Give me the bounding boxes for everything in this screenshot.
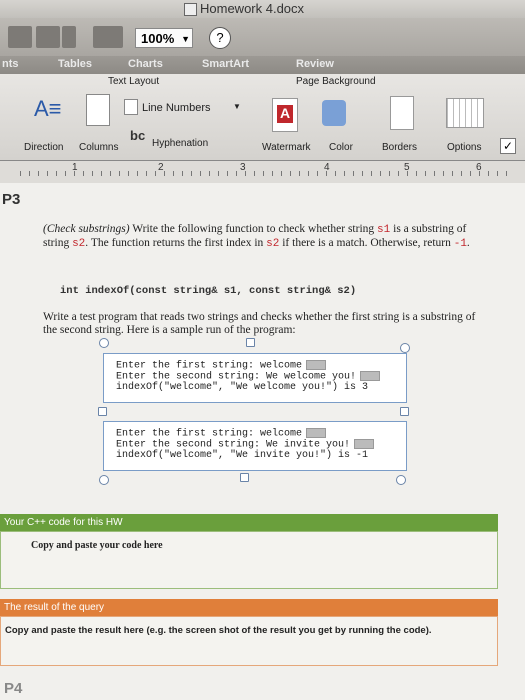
resize-handle[interactable] xyxy=(240,473,249,482)
enter-key-icon xyxy=(354,439,375,449)
run2-line-1: Enter the first string: welcome xyxy=(116,428,327,440)
view-layout-icon[interactable] xyxy=(36,26,60,48)
line-numbers-icon[interactable] xyxy=(124,99,138,115)
chevron-down-icon[interactable]: ▼ xyxy=(233,102,241,111)
sidebar-icon[interactable] xyxy=(8,26,32,48)
horizontal-ruler[interactable]: 1 2 3 4 5 6 xyxy=(0,161,525,184)
document-icon xyxy=(184,3,197,16)
zoom-value: 100% xyxy=(141,31,175,46)
resize-handle[interactable] xyxy=(396,475,406,485)
checkbox-icon[interactable]: ✓ xyxy=(500,138,516,154)
ruler-mark: 4 xyxy=(324,162,330,173)
window-titlebar: Homework 4.docx xyxy=(0,0,525,18)
gallery-icon[interactable] xyxy=(93,26,123,48)
result-section-header: The result of the query xyxy=(0,599,498,616)
tab-charts[interactable]: Charts xyxy=(128,58,163,70)
ruler-mark: 3 xyxy=(240,162,246,173)
resize-handle[interactable] xyxy=(400,343,410,353)
ruler-ticks xyxy=(20,171,510,176)
line-numbers-button[interactable]: Line Numbers xyxy=(142,102,210,114)
enter-key-icon xyxy=(360,371,381,381)
columns-label[interactable]: Columns xyxy=(79,142,118,153)
layout-ribbon: Text Layout Page Background A≡ Line Numb… xyxy=(0,74,525,161)
page-background-group-title: Page Background xyxy=(296,76,376,87)
text-direction-icon[interactable]: A≡ xyxy=(34,96,66,124)
direction-label[interactable]: Direction xyxy=(24,142,63,153)
run2-line-3: indexOf("welcome", "We invite you!") is … xyxy=(116,450,369,461)
watermark-icon[interactable]: A xyxy=(272,98,298,132)
watermark-label[interactable]: Watermark xyxy=(262,142,311,153)
grid-options-icon[interactable] xyxy=(446,98,484,128)
window-title: Homework 4.docx xyxy=(200,1,305,16)
code-section-body[interactable]: Copy and paste your code here xyxy=(0,531,498,589)
result-placeholder: Copy and paste the result here (e.g. the… xyxy=(5,625,432,636)
tab-smartart[interactable]: SmartArt xyxy=(202,58,249,70)
text-layout-group-title: Text Layout xyxy=(108,76,160,87)
ruler-mark: 5 xyxy=(404,162,410,173)
ribbon-tabs: nts Tables Charts SmartArt Review xyxy=(0,56,525,74)
view-dropdown-icon[interactable] xyxy=(62,26,76,48)
options-label[interactable]: Options xyxy=(447,142,481,153)
ruler-mark: 1 xyxy=(72,162,78,173)
resize-handle[interactable] xyxy=(99,338,109,348)
sample-run-1[interactable]: Enter the first string: welcome Enter th… xyxy=(103,353,407,403)
resize-handle[interactable] xyxy=(246,338,255,347)
function-signature: int indexOf(const string& s1, const stri… xyxy=(60,285,357,297)
borders-label[interactable]: Borders xyxy=(382,142,417,153)
hyphenation-icon[interactable]: bc xyxy=(130,128,145,143)
problem-statement: (Check substrings) Write the following f… xyxy=(43,223,470,250)
run1-line-1: Enter the first string: welcome xyxy=(116,360,327,372)
test-instructions: Write a test program that reads two stri… xyxy=(43,311,476,336)
tab-tables[interactable]: Tables xyxy=(58,58,92,70)
resize-handle[interactable] xyxy=(99,475,109,485)
page-borders-icon[interactable] xyxy=(390,96,414,130)
result-section-body[interactable]: Copy and paste the result here (e.g. the… xyxy=(0,616,498,666)
ruler-mark: 2 xyxy=(158,162,164,173)
code-section-header: Your C++ code for this HW xyxy=(0,514,498,531)
ruler-mark: 6 xyxy=(476,162,482,173)
section-label: P4 xyxy=(4,680,23,697)
run1-line-3: indexOf("welcome", "We welcome you!") is… xyxy=(116,382,369,393)
enter-key-icon xyxy=(306,360,327,370)
section-label: P3 xyxy=(2,191,21,208)
code-placeholder: Copy and paste your code here xyxy=(31,540,163,551)
run1-line-2: Enter the second string: We welcome you! xyxy=(116,371,381,383)
chevron-down-icon: ▼ xyxy=(181,34,190,44)
page-color-icon[interactable] xyxy=(322,100,346,126)
sample-run-2[interactable]: Enter the first string: welcome Enter th… xyxy=(103,421,407,471)
enter-key-icon xyxy=(306,428,327,438)
zoom-select[interactable]: 100% ▼ xyxy=(135,28,193,48)
resize-handle[interactable] xyxy=(98,407,107,416)
tab-review[interactable]: Review xyxy=(296,58,334,70)
hyphenation-label[interactable]: Hyphenation xyxy=(152,138,208,149)
document-page[interactable]: P3 (Check substrings) Write the followin… xyxy=(0,183,525,700)
standard-toolbar xyxy=(0,18,525,56)
columns-icon[interactable] xyxy=(86,94,110,126)
color-label[interactable]: Color xyxy=(329,142,353,153)
resize-handle[interactable] xyxy=(400,407,409,416)
tab-elements[interactable]: nts xyxy=(2,58,19,70)
help-button[interactable]: ? xyxy=(209,27,231,49)
problem-intro: (Check substrings) xyxy=(43,223,130,235)
run2-line-2: Enter the second string: We invite you! xyxy=(116,439,375,451)
